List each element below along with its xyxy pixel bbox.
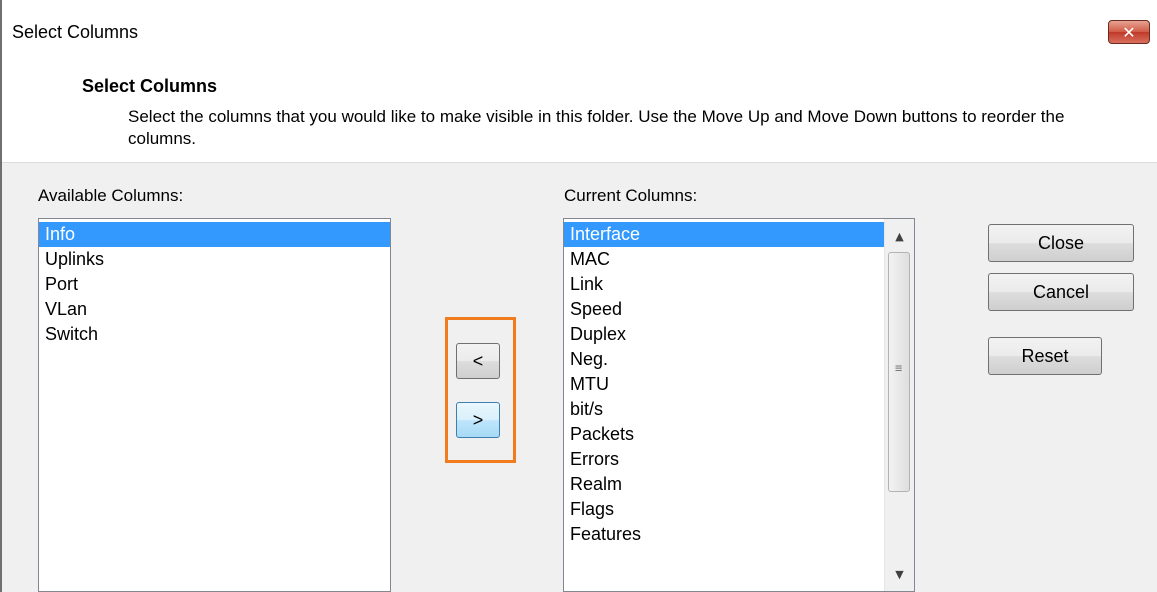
list-item[interactable]: VLan xyxy=(39,297,390,322)
list-item[interactable]: Features xyxy=(564,522,884,547)
current-columns-scrollbar[interactable]: ▲ ≡ ▼ xyxy=(884,219,914,591)
scroll-down-arrow-icon[interactable]: ▼ xyxy=(885,561,914,587)
list-item[interactable]: Switch xyxy=(39,322,390,347)
cancel-button-label: Cancel xyxy=(1032,281,1090,302)
close-button-label: Close xyxy=(1037,232,1085,253)
list-item[interactable]: Realm xyxy=(564,472,884,497)
scrollbar-thumb[interactable]: ≡ xyxy=(888,252,910,492)
list-item[interactable]: Flags xyxy=(564,497,884,522)
list-item[interactable]: MTU xyxy=(564,372,884,397)
list-item[interactable]: Info xyxy=(39,222,390,247)
list-item[interactable]: Uplinks xyxy=(39,247,390,272)
list-item[interactable]: bit/s xyxy=(564,397,884,422)
list-item[interactable]: Port xyxy=(39,272,390,297)
list-item[interactable]: Interface xyxy=(564,222,884,247)
window-title: Select Columns xyxy=(12,22,139,42)
list-item[interactable]: Duplex xyxy=(564,322,884,347)
close-button[interactable]: Close xyxy=(988,224,1134,262)
move-left-button[interactable]: < xyxy=(456,343,500,379)
close-icon: ✕ xyxy=(1122,22,1136,42)
available-columns-list[interactable]: Info Uplinks Port VLan Switch xyxy=(38,218,391,592)
move-right-button[interactable]: > xyxy=(456,402,500,438)
dialog-window: Select Columns ✕ Select Columns Select t… xyxy=(0,0,1157,592)
dialog-header: Select Columns Select the columns that y… xyxy=(2,62,1157,163)
available-columns-label: Available Columns: xyxy=(38,186,184,205)
current-columns-label: Current Columns: xyxy=(564,186,698,205)
list-item[interactable]: Link xyxy=(564,272,884,297)
reset-button-label: Reset xyxy=(1021,345,1069,366)
current-columns-list[interactable]: Interface MAC Link Speed Duplex Neg. MTU bit/s P… xyxy=(563,218,915,592)
list-item[interactable]: Errors xyxy=(564,447,884,472)
cancel-button[interactable]: Cancel xyxy=(988,273,1134,311)
list-item[interactable]: Speed xyxy=(564,297,884,322)
move-right-label: > xyxy=(472,409,484,430)
scroll-up-arrow-icon[interactable]: ▲ xyxy=(885,223,914,249)
list-item[interactable]: MAC xyxy=(564,247,884,272)
transfer-buttons-highlight xyxy=(445,317,516,463)
move-left-label: < xyxy=(472,350,484,371)
header-description: Select the columns that you would like t… xyxy=(128,107,1065,148)
scrollbar-grip-icon: ≡ xyxy=(895,361,903,375)
title-bar[interactable]: Select Columns ✕ xyxy=(2,0,1157,63)
header-title: Select Columns xyxy=(82,76,218,96)
list-item[interactable]: Packets xyxy=(564,422,884,447)
reset-button[interactable]: Reset xyxy=(988,337,1102,375)
close-window-button[interactable]: ✕ xyxy=(1108,20,1150,44)
list-item[interactable]: Neg. xyxy=(564,347,884,372)
